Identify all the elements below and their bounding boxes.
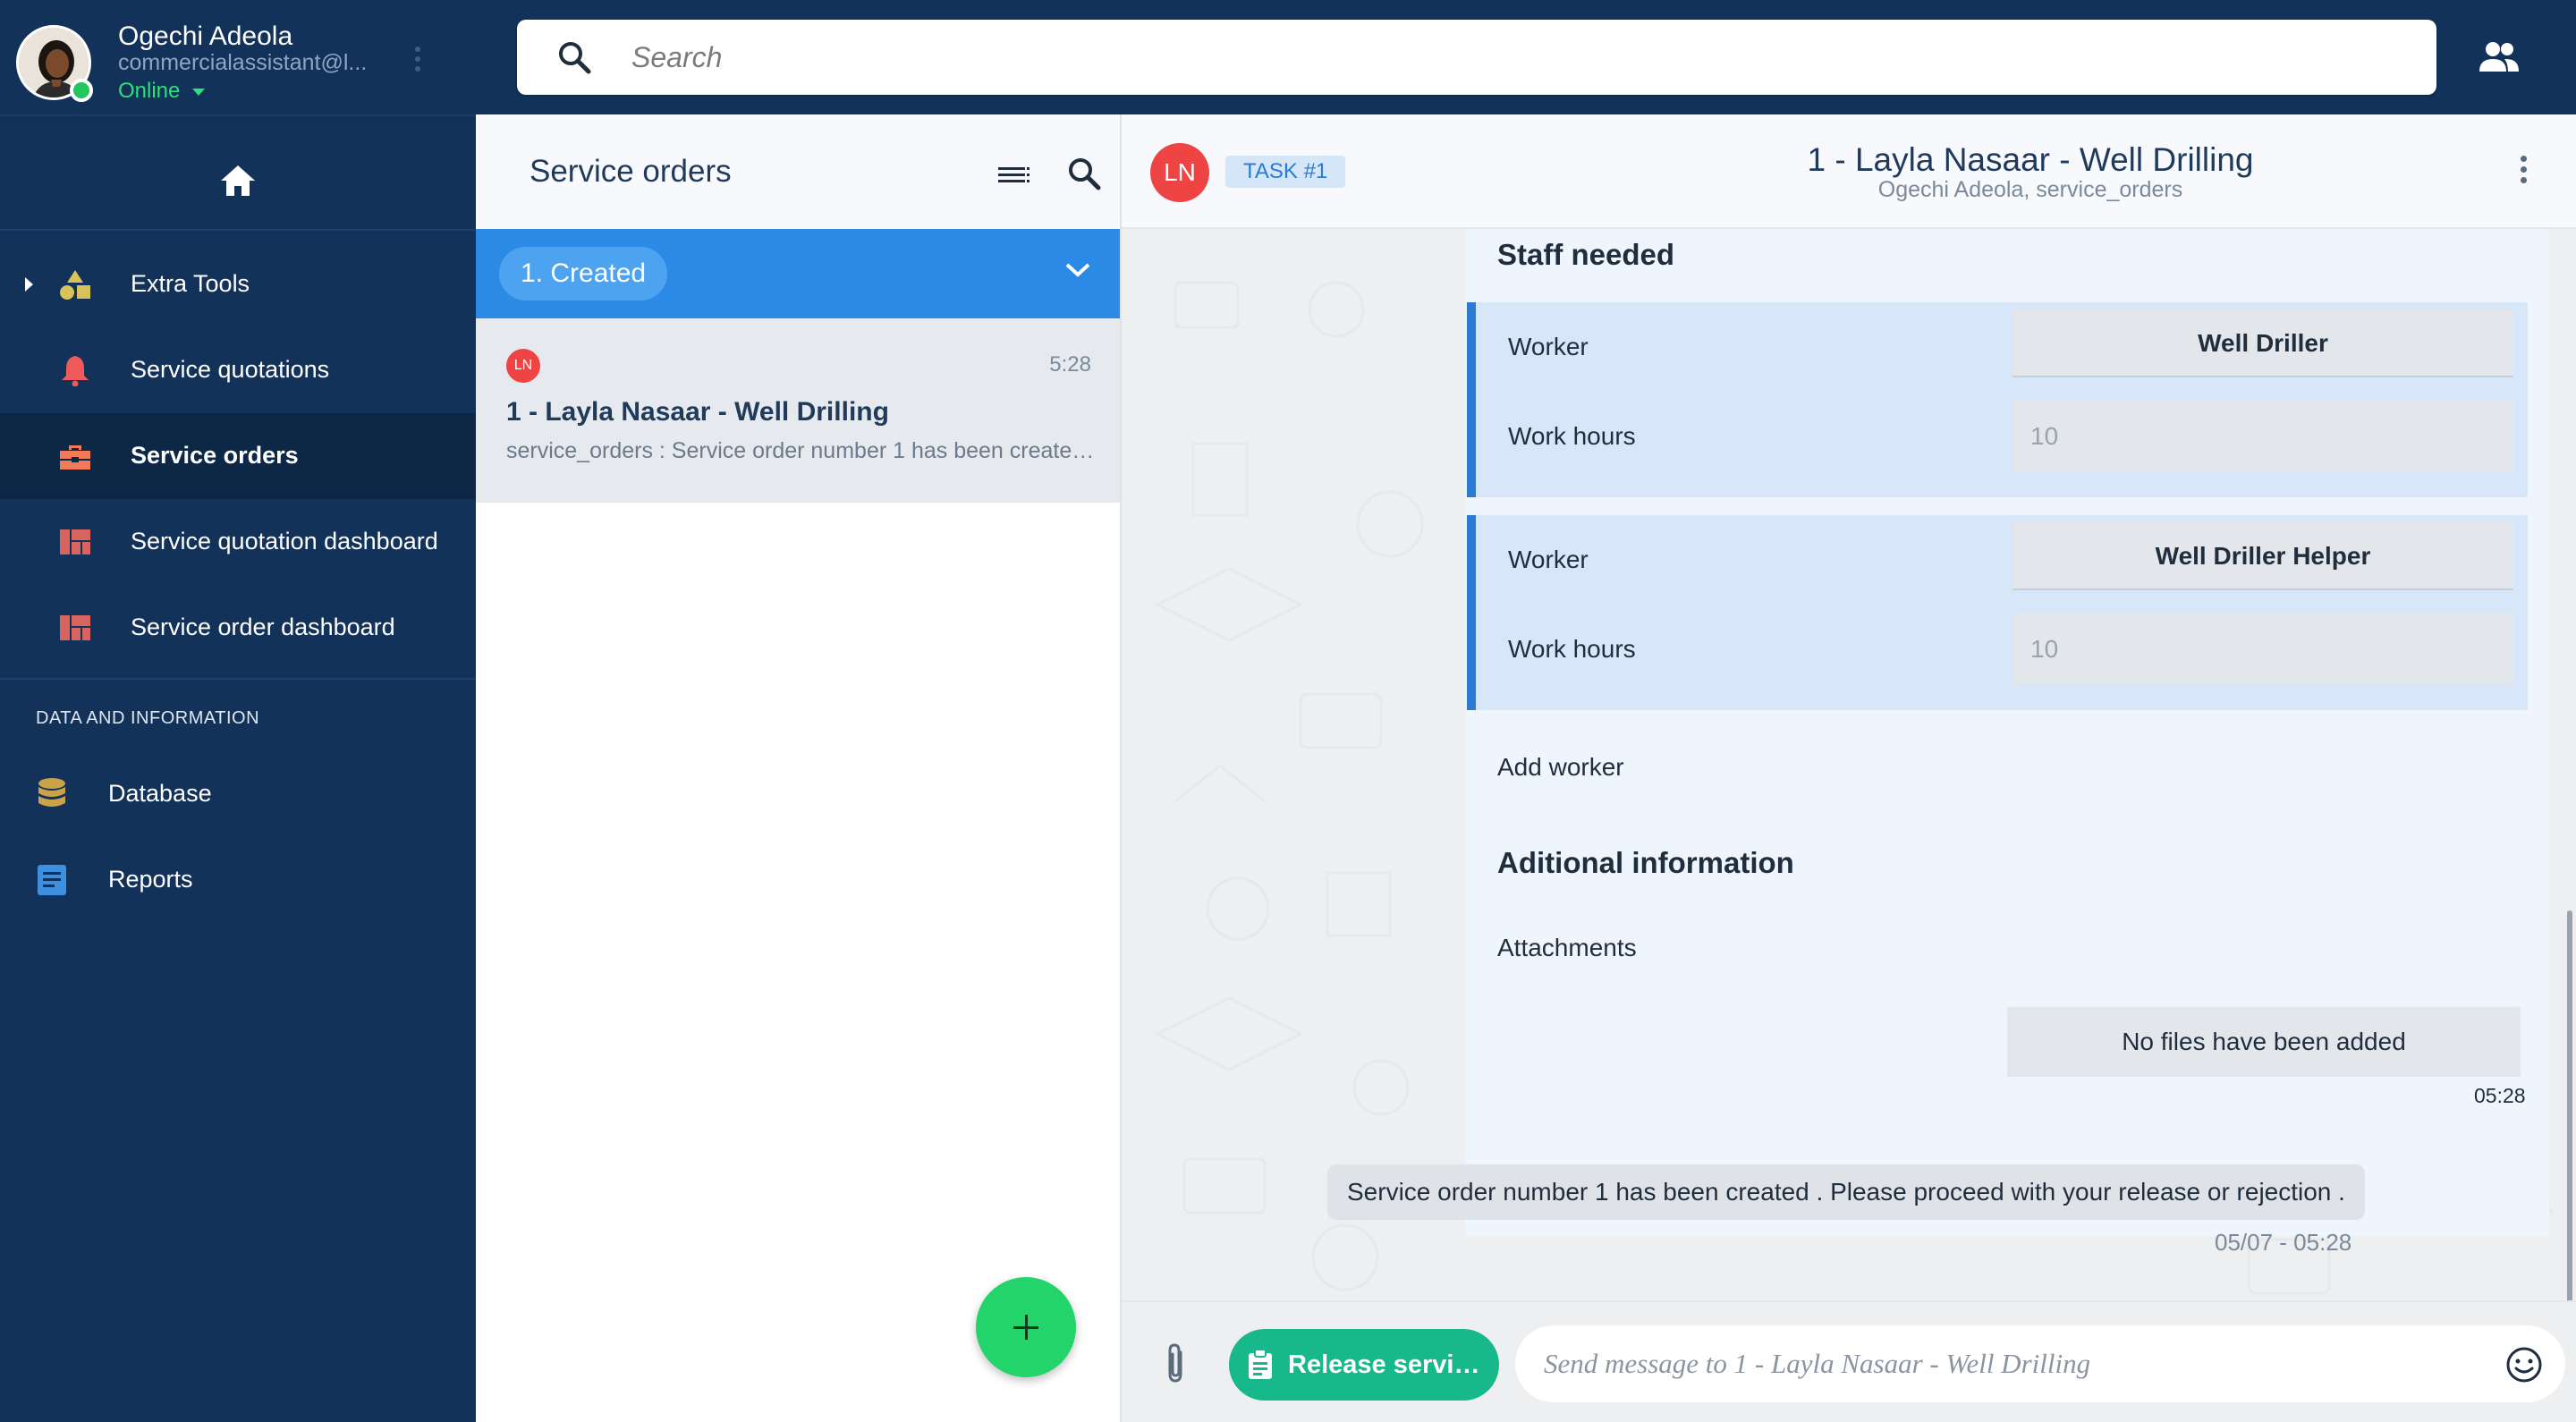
worker-label: Worker	[1508, 546, 1589, 573]
divider	[0, 678, 476, 680]
worker-select[interactable]: Well Driller Helper	[2012, 522, 2513, 590]
clipboard-icon	[1249, 1349, 1272, 1379]
chevron-down-icon[interactable]	[1064, 261, 1091, 279]
sidebar-item-label: Service orders	[131, 442, 299, 469]
top-bar: Ogechi Adeola commercialassistant@l... O…	[0, 0, 2576, 114]
work-hours-label: Work hours	[1508, 635, 1636, 663]
bell-icon	[62, 356, 89, 386]
sidebar-item-label: Service quotation dashboard	[131, 528, 438, 554]
sidebar-item-label: Reports	[108, 866, 193, 893]
service-orders-panel: Service orders 1. Created LN 5:28 1 - La…	[476, 114, 1120, 1422]
sidebar-item-label: Service quotations	[131, 356, 330, 383]
dashboard-icon	[60, 615, 90, 640]
emoji-icon[interactable]	[2504, 1345, 2544, 1384]
status-label: Online	[118, 79, 181, 103]
attach-icon[interactable]	[1163, 1342, 1190, 1384]
avatar: LN	[506, 349, 540, 383]
list-item[interactable]: LN 5:28 1 - Layla Nasaar - Well Drilling…	[476, 318, 1120, 503]
shapes-icon	[60, 270, 90, 300]
timestamp: 5:28	[1049, 352, 1091, 377]
work-hours-field[interactable]: 10	[2012, 614, 2513, 685]
worker-label: Worker	[1508, 333, 1589, 360]
message-input-wrapper	[1515, 1325, 2565, 1402]
release-button-label: Release service order	[1288, 1350, 1499, 1379]
sidebar-item-service-orders[interactable]: Service orders	[0, 413, 476, 499]
caret-right-icon	[25, 277, 33, 292]
contacts-icon[interactable]	[2478, 39, 2521, 75]
user-name: Ogechi Adeola	[118, 21, 293, 51]
online-status-dot	[70, 79, 93, 102]
user-email: commercialassistant@l...	[118, 50, 368, 75]
database-icon	[38, 778, 65, 807]
toolbox-icon	[60, 445, 90, 470]
list-item-preview: service_orders : Service order number 1 …	[506, 438, 1097, 463]
page-title: Service orders	[530, 154, 732, 189]
list-header: Service orders	[476, 114, 1120, 229]
sidebar-item-label: Extra Tools	[131, 270, 250, 297]
search-icon[interactable]	[1066, 156, 1102, 191]
filter-list-icon[interactable]	[995, 161, 1032, 190]
attachments-label: Attachments	[1497, 934, 1637, 961]
dashboard-icon	[60, 529, 90, 554]
system-message: Service order number 1 has been created …	[1327, 1164, 2365, 1220]
worker-entry: Worker Well Driller Helper Work hours 10	[1467, 515, 2528, 710]
chat-area: LN TASK #1 1 - Layla Nasaar - Well Drill…	[1120, 114, 2576, 1422]
search-input[interactable]	[631, 20, 2402, 95]
search-bar	[517, 20, 2436, 95]
group-header[interactable]: 1. Created	[476, 229, 1120, 318]
sidebar-item-service-quotation-dashboard[interactable]: Service quotation dashboard	[0, 499, 476, 585]
home-icon[interactable]	[218, 163, 258, 199]
divider	[0, 229, 476, 231]
search-icon	[559, 42, 591, 74]
more-vert-icon[interactable]	[413, 47, 422, 79]
add-worker-link[interactable]: Add worker	[1497, 753, 1624, 782]
caret-down-icon	[192, 88, 206, 96]
status-dropdown[interactable]: Online	[118, 79, 206, 104]
sidebar-item-extra-tools[interactable]: Extra Tools	[0, 241, 476, 327]
work-hours-field[interactable]: 10	[2012, 401, 2513, 472]
card-content: Worker Well Driller Work hours 10 Worker…	[1465, 114, 2549, 1236]
list-item-title: 1 - Layla Nasaar - Well Drilling	[506, 397, 889, 427]
sidebar-item-service-quotations[interactable]: Service quotations	[0, 327, 476, 413]
add-button[interactable]	[976, 1277, 1076, 1377]
sidebar-item-database[interactable]: Database	[0, 751, 476, 837]
message-input[interactable]	[1544, 1325, 2483, 1402]
release-service-order-button[interactable]: Release service order	[1229, 1329, 1499, 1401]
group-chip: 1. Created	[499, 247, 668, 300]
worker-entry: Worker Well Driller Work hours 10	[1467, 302, 2528, 497]
message-time: 05:28	[2474, 1084, 2526, 1107]
sidebar-item-label: Database	[108, 780, 212, 807]
document-icon	[38, 865, 66, 895]
message-time: 05/07 - 05:28	[2215, 1229, 2352, 1256]
sidebar-item-label: Service order dashboard	[131, 614, 395, 640]
work-hours-label: Work hours	[1508, 422, 1636, 450]
sidebar-item-reports[interactable]: Reports	[0, 837, 476, 923]
sidebar-item-service-order-dashboard[interactable]: Service order dashboard	[0, 585, 476, 671]
sidebar: Extra Tools Service quotations Service o…	[0, 114, 476, 1422]
worker-select[interactable]: Well Driller	[2012, 309, 2513, 377]
attachments-field[interactable]: No files have been added	[2007, 1007, 2521, 1077]
section-title: DATA AND INFORMATION	[36, 708, 260, 728]
message-composer: Release service order	[1122, 1300, 2576, 1422]
section-title: Aditional information	[1497, 846, 1794, 879]
